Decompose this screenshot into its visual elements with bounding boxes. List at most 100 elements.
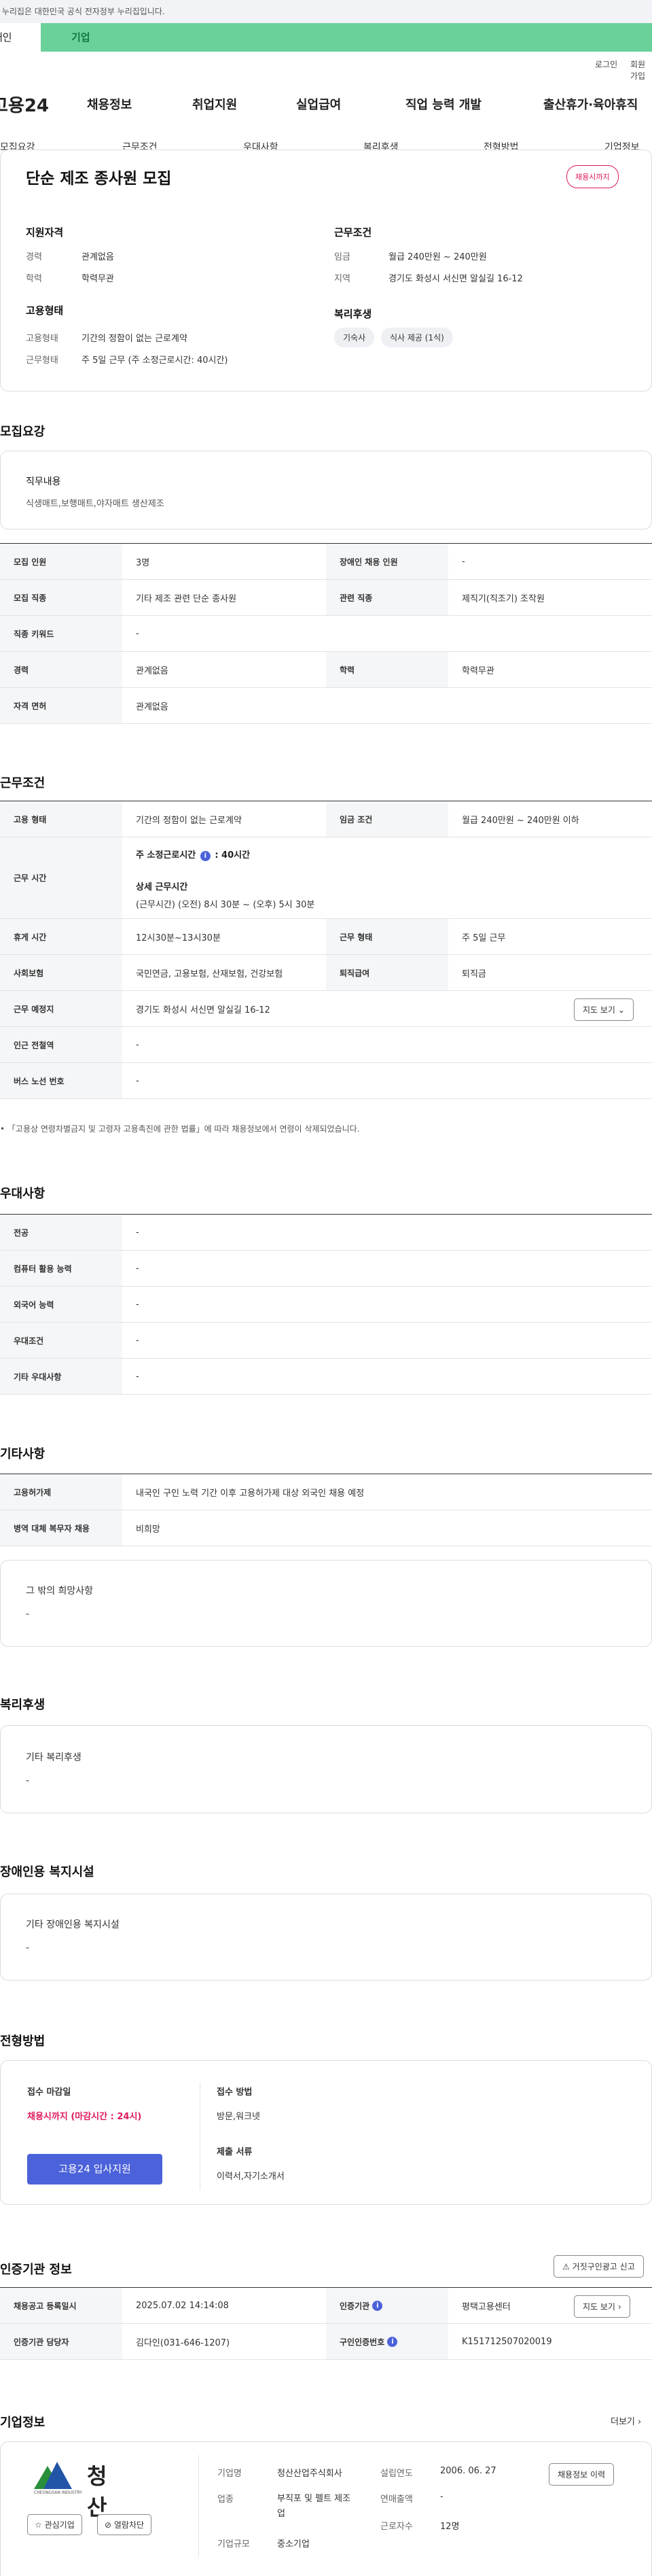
table-header: 모집 인원 bbox=[0, 544, 122, 579]
company-more-link[interactable]: 더보기 › bbox=[611, 2414, 641, 2427]
table-header: 자격 면허 bbox=[0, 688, 122, 723]
star-icon: ☆ bbox=[35, 2520, 42, 2530]
table-row: 버스 노선 번호 - bbox=[0, 1063, 652, 1099]
table-header: 인증기관 담당자 bbox=[0, 2324, 122, 2359]
table-header: 사회보험 bbox=[0, 955, 122, 990]
table-cell: - bbox=[136, 1075, 139, 1086]
table-cell: - bbox=[462, 556, 465, 567]
career-label: 경력 bbox=[26, 252, 42, 262]
table-cell: 김다인(031-646-1207) bbox=[136, 2337, 230, 2348]
table-row: 직종 키워드 - bbox=[0, 616, 652, 652]
map-button[interactable]: 지도 보기 ⌄ bbox=[574, 998, 634, 1021]
table-header: 버스 노선 번호 bbox=[0, 1063, 122, 1098]
table-header: 채용공고 등록일시 bbox=[0, 2288, 122, 2323]
emptype-heading: 고용형태 bbox=[26, 304, 64, 317]
detail-hours-value: (근무시간) (오전) 8시 30분 ~ (오후) 5시 30분 bbox=[136, 900, 315, 910]
table-cell: 12시30분~13시30분 bbox=[136, 933, 221, 943]
other-wish-value: - bbox=[26, 1609, 30, 1620]
apply-button[interactable]: 고용24 입사지원 bbox=[27, 2154, 162, 2185]
edu-label: 학력 bbox=[26, 274, 42, 284]
worktime-value: 주 5일 근무 (주 소정근로시간: 40시간) bbox=[82, 355, 228, 366]
divider bbox=[198, 2455, 199, 2557]
age-notice: • 「고용상 연령차별금지 및 고령자 고용촉진에 관한 법률」에 따라 채용정… bbox=[0, 1124, 360, 1134]
welfare-section-title: 복리후생 bbox=[0, 1698, 46, 1712]
disabled-card bbox=[0, 1894, 652, 1981]
info-icon[interactable]: i bbox=[200, 851, 211, 861]
table-header: 외국어 능력 bbox=[0, 1287, 122, 1322]
deadline-heading: 접수 마감일 bbox=[27, 2087, 71, 2098]
method-value: 방문,워크넷 bbox=[217, 2112, 260, 2122]
employees-label: 근로자수 bbox=[380, 2522, 413, 2532]
table-row: 고용허가제 내국인 구인 노력 기간 이후 고용허가제 대상 외국인 채용 예정 bbox=[0, 1474, 652, 1510]
job-title: 단순 제조 종사원 모집 bbox=[26, 170, 172, 188]
gnb-item-unemployment[interactable]: 실업급여 bbox=[296, 95, 341, 113]
gnb-item-training[interactable]: 직업 능력 개발 bbox=[405, 95, 482, 113]
table-cell: 주 5일 근무 bbox=[462, 933, 506, 943]
disabled-section-title: 장애인용 복지시설 bbox=[0, 1865, 94, 1879]
deadline-value: 채용시까지 (마감시간 : 24시) bbox=[27, 2112, 142, 2122]
table-header: 근무 형태 bbox=[326, 919, 448, 954]
wage-value: 월급 240만원 ~ 240만원 bbox=[388, 252, 487, 262]
disabled-heading: 기타 장애인용 복지시설 bbox=[26, 1919, 120, 1930]
cond-section-title: 근무조건 bbox=[0, 776, 46, 790]
block-view-button[interactable]: ⊘ 열람차단 bbox=[97, 2514, 152, 2535]
table-header: 관련 직종 bbox=[326, 580, 448, 615]
selection-section-title: 전형방법 bbox=[0, 2034, 46, 2049]
company-size-label: 기업규모 bbox=[217, 2539, 250, 2549]
region-label: 지역 bbox=[334, 274, 350, 284]
join-link[interactable]: 회원가입 bbox=[630, 58, 652, 82]
table-header: 구인인증번호 i bbox=[326, 2324, 448, 2359]
table-cell: - bbox=[136, 1371, 139, 1382]
cert-map-button[interactable]: 지도 보기 › bbox=[574, 2295, 630, 2318]
detail-hours-label: 상세 근무시간 bbox=[136, 882, 188, 892]
company-logo-mark-icon bbox=[34, 2462, 72, 2492]
recruit-section-title: 모집요강 bbox=[0, 425, 46, 439]
cert-section-title: 인증기관 정보 bbox=[0, 2263, 72, 2277]
table-row: 근무 시간 주 소정근로시간 i : 40시간 상세 근무시간 (근무시간) (… bbox=[0, 837, 652, 919]
company-section-title: 기업정보 bbox=[0, 2416, 46, 2430]
table-cell: K151712507020019 bbox=[462, 2336, 552, 2347]
gnb-item-employment-support[interactable]: 취업지원 bbox=[192, 95, 237, 113]
sales-value: - bbox=[440, 2492, 443, 2502]
table-cell: - bbox=[136, 1335, 139, 1346]
info-icon[interactable]: i bbox=[387, 2336, 398, 2347]
block-icon: ⊘ bbox=[105, 2520, 112, 2530]
tab-individual[interactable]: 개인 bbox=[0, 23, 41, 52]
hiring-history-button[interactable]: 채용정보 이력 bbox=[549, 2463, 615, 2486]
table-cell: 퇴직금 bbox=[462, 969, 486, 979]
favorite-company-button[interactable]: ☆ 관심기업 bbox=[27, 2514, 82, 2535]
table-cell: 국민연금, 고용보험, 산재보험, 건강보험 bbox=[136, 969, 283, 979]
table-row: 전공 - bbox=[0, 1215, 652, 1251]
welfare-card bbox=[0, 1725, 652, 1813]
login-link[interactable]: 로그인 bbox=[595, 58, 617, 70]
table-cell: 평택고용센터 bbox=[462, 2301, 511, 2312]
company-size-value: 중소기업 bbox=[277, 2539, 310, 2549]
table-cell: 기간의 정함이 없는 근로계약 bbox=[136, 815, 242, 826]
tab-enterprise[interactable]: 기업 bbox=[71, 23, 90, 52]
table-header: 컴퓨터 활용 능력 bbox=[0, 1251, 122, 1286]
etc-table: 고용허가제 내국인 구인 노력 기간 이후 고용허가제 대상 외국인 채용 예정… bbox=[0, 1474, 652, 1547]
gnb-item-leave[interactable]: 출산휴가·육아휴직 bbox=[543, 95, 638, 113]
table-header: 경력 bbox=[0, 652, 122, 687]
report-fake-ad-button[interactable]: ⚠ 거짓구인광고 신고 bbox=[554, 2255, 644, 2278]
cond-heading: 근무조건 bbox=[334, 226, 372, 239]
qual-heading: 지원자격 bbox=[26, 226, 64, 239]
user-tabbar bbox=[0, 23, 652, 52]
table-header: 고용 형태 bbox=[0, 801, 122, 837]
table-cell: - bbox=[136, 1227, 139, 1238]
siren-icon: ⚠ bbox=[562, 2262, 570, 2272]
docs-value: 이력서,자기소개서 bbox=[217, 2172, 285, 2182]
method-heading: 접수 방법 bbox=[217, 2087, 253, 2098]
other-wish-card bbox=[0, 1560, 652, 1647]
info-icon[interactable]: i bbox=[372, 2300, 383, 2311]
table-row: 채용공고 등록일시 2025.07.02 14:14:08 인증기관 i 평택고… bbox=[0, 2288, 652, 2324]
table-cell: 관계없음 bbox=[136, 665, 168, 676]
table-row: 휴게 시간 12시30분~13시30분 근무 형태 주 5일 근무 bbox=[0, 919, 652, 955]
table-header: 학력 bbox=[326, 652, 448, 687]
gnb-item-jobs[interactable]: 채용정보 bbox=[87, 95, 132, 113]
company-name-label: 기업명 bbox=[217, 2469, 242, 2479]
site-logo[interactable]: 고용24 bbox=[0, 92, 49, 117]
emptype-label: 고용형태 bbox=[26, 334, 58, 344]
company-logo: 청산 CHEONGSAN INDUSTRY bbox=[34, 2462, 107, 2520]
table-header: 전공 bbox=[0, 1215, 122, 1250]
